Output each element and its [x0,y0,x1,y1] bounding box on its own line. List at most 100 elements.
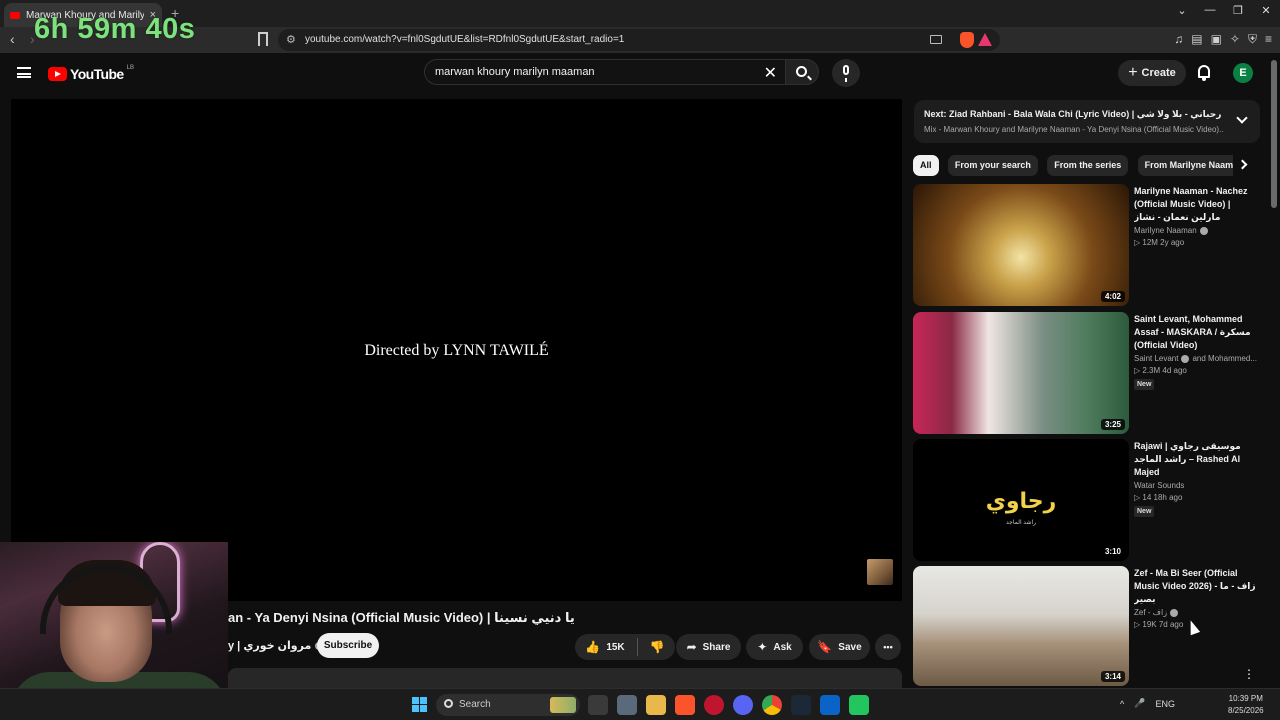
clear-search-icon[interactable]: ✕ [764,63,777,83]
windows-start-icon[interactable] [412,697,427,712]
miniplayer-thumbnail[interactable] [867,559,893,585]
rec-title[interactable]: Rajawi | موسيقى رجاوي راشد الماجد – Rash… [1134,440,1258,479]
rec-channel[interactable]: Watar Sounds [1134,481,1258,490]
brave-rewards-icon[interactable] [978,33,992,46]
picture-in-picture-icon[interactable] [930,35,942,44]
rec-channel-name[interactable]: Watar Sounds [1134,481,1184,490]
tray-overflow-icon[interactable]: ^ [1120,699,1124,709]
like-count[interactable]: 15K [606,642,624,653]
settings-icon[interactable] [617,695,637,715]
back-button[interactable]: ‹ [10,31,15,47]
brave-browser-icon[interactable] [675,695,695,715]
minimize-icon[interactable]: — [1196,4,1224,17]
rec-title[interactable]: Saint Levant, Mohammed Assaf - MASKARA /… [1134,313,1258,352]
video-thumbnail[interactable]: 3:14 [913,566,1129,686]
duration-badge: 4:02 [1100,291,1125,302]
create-button[interactable]: + Create [1118,60,1186,86]
outlook-icon[interactable] [820,695,840,715]
close-window-icon[interactable]: ✕ [1252,4,1280,17]
taskbar-search[interactable]: Search [436,694,580,716]
address-bar[interactable]: ⚙ youtube.com/watch?v=fnl0SgdutUE&list=R… [278,29,1000,51]
avatar[interactable]: E [1233,63,1253,83]
rec-channel[interactable]: Saint Levant and Mohammed... [1134,354,1258,363]
leo-ai-icon[interactable]: ✧ [1230,32,1240,47]
channel-name-text[interactable]: y | مروان خوري [228,639,311,652]
youtube-logo[interactable]: YouTube LB [48,65,134,82]
media-icon[interactable]: ♫ [1174,32,1183,47]
clock-date: 8/25/2026 [1228,706,1264,715]
up-next-panel[interactable]: Next: Ziad Rahbani - Bala Wala Chi (Lyri… [914,100,1260,143]
rec-views: ▷ 12M [1134,238,1158,247]
vpn-icon[interactable]: ⛨ [1248,32,1257,47]
taskbar-clock[interactable]: 10:39 PM 8/25/2026 [1228,693,1264,717]
task-view-icon[interactable] [588,695,608,715]
rec-channel-name[interactable]: Marilyne Naaman [1134,226,1197,235]
guide-menu-icon[interactable] [17,67,31,78]
more-options-icon[interactable]: ⋮ [1243,667,1255,681]
save-label: Save [838,641,862,653]
microphone-icon[interactable]: 🎤 [1134,698,1145,709]
search-input[interactable]: marwan khoury marilyn maaman ✕ [424,59,786,85]
rec-channel[interactable]: Zef - زاف [1134,608,1258,617]
like-icon[interactable]: 👍 [585,640,600,654]
page-scrollbar[interactable] [1271,60,1277,208]
language-indicator[interactable]: ENG [1155,699,1175,709]
video-thumbnail[interactable]: 4:02 [913,184,1129,306]
search-icon [444,699,453,708]
save-icon: 🔖 [817,640,833,654]
rec-channel-name[interactable]: Zef - زاف [1134,608,1167,617]
steam-icon[interactable] [791,695,811,715]
video-player[interactable]: Directed by LYNN TAWILÉ [11,99,902,601]
chip-from-marilyne-naaman[interactable]: From Marilyne Naaman [1137,155,1233,176]
bookmark-icon[interactable] [258,32,268,46]
discord-icon[interactable] [733,695,753,715]
video-thumbnail[interactable]: 3:25 [913,312,1129,434]
rec-age: 2y ago [1160,238,1185,247]
chevron-down-icon[interactable] [1236,112,1248,124]
list-item[interactable]: 3:14 Zef - Ma Bi Seer (Official Music Vi… [913,566,1259,686]
rec-channel[interactable]: Marilyne Naaman [1134,226,1258,235]
search-button[interactable] [785,59,819,85]
video-thumbnail[interactable]: رجاوي راشد الماجد 3:10 [913,439,1129,561]
list-item[interactable]: 4:02 Marilyne Naaman - Nachez (Official … [913,184,1259,306]
ask-button[interactable]: ✦ Ask [746,634,803,660]
tab-search-icon[interactable]: ⌄ [1168,4,1196,17]
up-next-title[interactable]: Next: Ziad Rahbani - Bala Wala Chi (Lyri… [924,109,1224,120]
share-button[interactable]: ➦ Share [676,634,741,660]
chip-from-the-series[interactable]: From the series [1047,155,1129,176]
search-highlight-icon [550,697,576,713]
save-button[interactable]: 🔖 Save [809,634,870,660]
more-actions-button[interactable]: ••• [875,634,901,660]
description-box[interactable] [228,668,902,688]
site-info-icon[interactable]: ⚙ [286,33,296,46]
like-divider [636,638,638,656]
rec-co-channel[interactable]: and Mohammed... [1192,354,1256,363]
rec-views: ▷ 14 [1134,493,1152,502]
rec-title[interactable]: Marilyne Naaman - Nachez (Official Music… [1134,185,1258,224]
verified-icon [1170,608,1179,617]
list-item[interactable]: 3:25 Saint Levant, Mohammed Assaf - MASK… [913,312,1259,434]
channel-name[interactable]: y | مروان خوري [228,639,324,652]
file-explorer-icon[interactable] [646,695,666,715]
wallet-icon[interactable]: ▣ [1211,32,1222,47]
rec-title[interactable]: Zef - Ma Bi Seer (Official Music Video 2… [1134,567,1258,606]
subscribe-button[interactable]: Subscribe [317,633,379,658]
chip-all[interactable]: All [913,155,939,176]
chevron-right-icon[interactable] [1237,159,1248,170]
notifications-bell-icon[interactable] [1198,65,1210,81]
menu-icon[interactable]: ≡ [1265,32,1272,47]
dislike-icon[interactable]: 👎 [650,640,665,654]
opera-icon[interactable] [704,695,724,715]
share-label: Share [702,641,731,653]
list-item[interactable]: رجاوي راشد الماجد 3:10 Rajawi | موسيقى ر… [913,439,1259,561]
restore-icon[interactable]: ❐ [1224,4,1252,17]
app-icon[interactable] [849,695,869,715]
brave-shields-icon[interactable] [960,32,974,48]
sidebar-icon[interactable]: ▤ [1191,32,1202,47]
chip-from-your-search[interactable]: From your search [947,155,1038,176]
chrome-icon[interactable] [762,695,782,715]
search-query[interactable]: marwan khoury marilyn maaman [435,66,595,78]
voice-search-button[interactable] [832,59,860,87]
url-text[interactable]: youtube.com/watch?v=fnl0SgdutUE&list=RDf… [305,34,624,45]
rec-channel-name[interactable]: Saint Levant [1134,354,1178,363]
